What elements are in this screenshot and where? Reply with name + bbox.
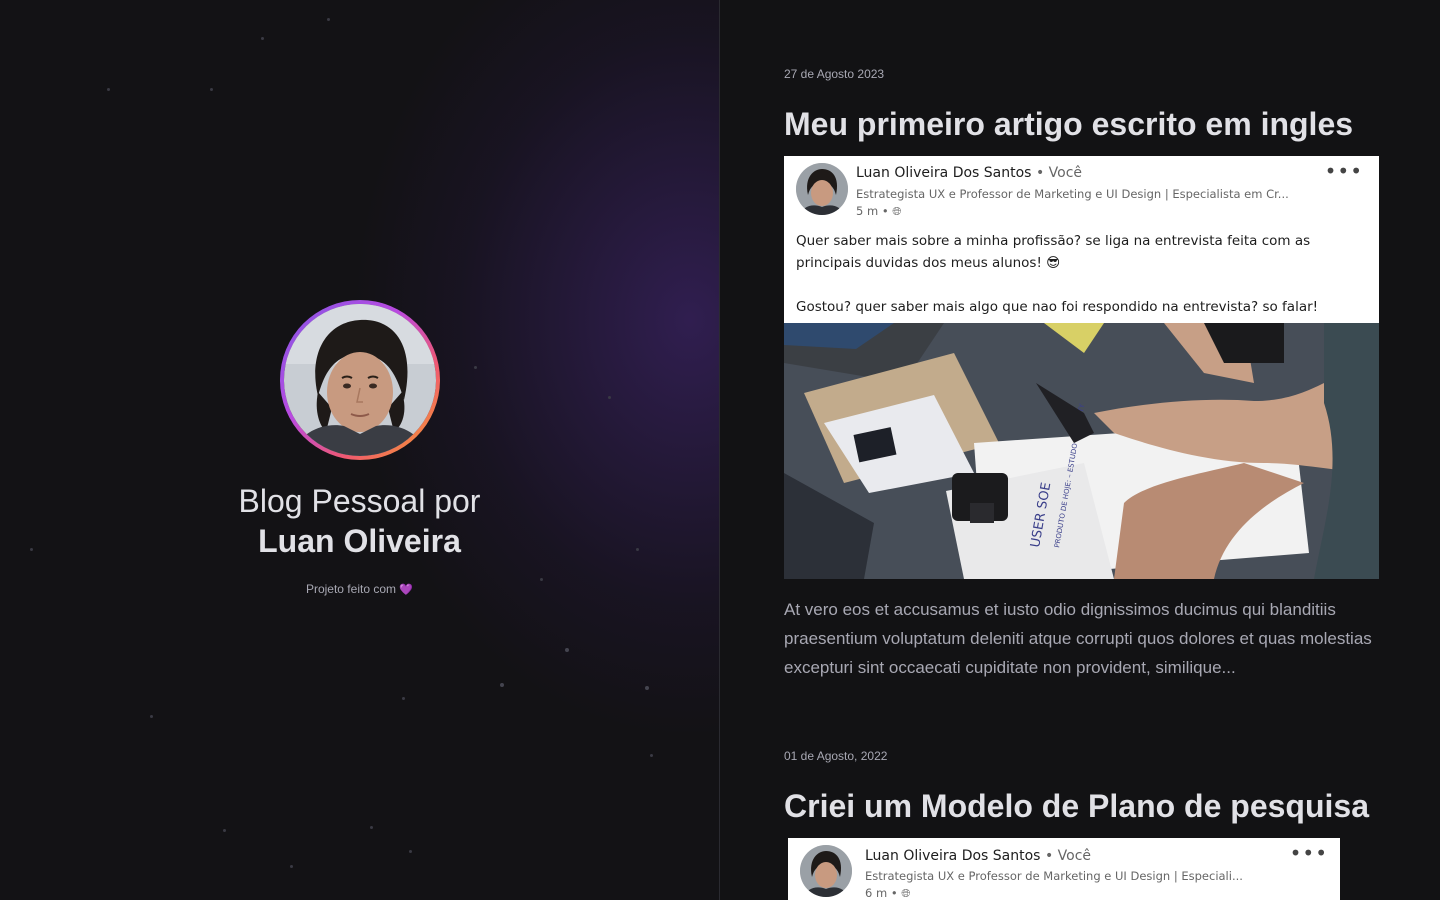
background-star: [223, 829, 226, 832]
card-meta: 5 m • 🌐︎: [856, 204, 901, 219]
card-avatar-photo: [796, 163, 848, 215]
heart-icon: 💜: [399, 584, 414, 596]
more-options-icon: •••: [1289, 841, 1328, 865]
card-headline: Estrategista UX e Professor de Marketing…: [856, 187, 1289, 201]
avatar: [280, 300, 440, 460]
post-date: 27 de Agosto 2023: [784, 67, 885, 81]
post-date: 01 de Agosto, 2022: [784, 749, 888, 763]
card-avatar: [800, 845, 852, 897]
card-author-badge: • Você: [1035, 165, 1083, 181]
globe-icon: 🌐︎: [892, 204, 902, 218]
post-excerpt: At vero eos et accusamus et iusto odio d…: [784, 600, 1372, 677]
post-title[interactable]: Meu primeiro artigo escrito em ingles: [784, 104, 1380, 144]
background-star: [565, 648, 569, 652]
card-author: Luan Oliveira Dos Santos • Você: [856, 165, 1082, 181]
post-item[interactable]: 01 de Agosto, 2022 Criei um Modelo de Pl…: [784, 748, 1380, 826]
card-author-name: Luan Oliveira Dos Santos: [856, 165, 1032, 181]
card-meta: 6 m • 🌐︎: [865, 886, 910, 900]
footer-note-label: Projeto feito com: [305, 582, 396, 596]
profile-panel: Blog Pessoal por Luan Oliveira Projeto f…: [0, 0, 719, 900]
post-title[interactable]: Criei um Modelo de Plano de pesquisa: [784, 786, 1380, 826]
card-avatar-photo: [800, 845, 852, 897]
background-star: [540, 578, 543, 581]
background-star: [210, 88, 213, 91]
avatar-photo: [284, 304, 436, 456]
post-item[interactable]: 27 de Agosto 2023 Meu primeiro artigo es…: [784, 66, 1380, 144]
background-star: [327, 18, 330, 21]
globe-icon: 🌐︎: [901, 886, 911, 900]
background-star: [150, 715, 153, 718]
card-meta-time: 6 m •: [865, 886, 898, 900]
background-star: [290, 865, 293, 868]
background-star: [608, 396, 611, 399]
background-star: [107, 88, 110, 91]
card-text: Quer saber mais sobre a minha profissão?…: [784, 226, 1379, 318]
background-star: [500, 683, 504, 687]
more-options-icon: •••: [1324, 159, 1363, 183]
card-text-line: Gostou? quer saber mais algo que nao foi…: [796, 299, 1319, 315]
card-avatar: [796, 163, 848, 215]
card-header: Luan Oliveira Dos Santos • Você Estrateg…: [784, 156, 1379, 226]
card-meta-time: 5 m •: [856, 204, 889, 218]
footer-note: Projeto feito com 💜: [0, 582, 719, 596]
card-text-line: Quer saber mais sobre a minha profissão?…: [796, 233, 1311, 249]
card-header: Luan Oliveira Dos Santos • Você Estrateg…: [788, 838, 1340, 900]
post-list[interactable]: 27 de Agosto 2023 Meu primeiro artigo es…: [720, 0, 1440, 900]
card-author: Luan Oliveira Dos Santos • Você: [865, 848, 1091, 864]
card-photo: USER SOE PRODUTO DE HOJE: – ESTUDO – PRI…: [784, 323, 1379, 579]
background-star: [645, 686, 649, 690]
card-author-badge: • Você: [1044, 848, 1092, 864]
background-star: [370, 826, 373, 829]
background-star: [650, 754, 653, 757]
background-star: [261, 37, 264, 40]
post-cover-image[interactable]: Luan Oliveira Dos Santos • Você Estrateg…: [784, 156, 1379, 579]
background-star: [409, 850, 412, 853]
profile-photo: [284, 304, 436, 456]
card-author-name: Luan Oliveira Dos Santos: [865, 848, 1041, 864]
author-name: Luan Oliveira: [258, 523, 461, 559]
blog-title: Blog Pessoal por: [238, 483, 481, 519]
post-cover-image[interactable]: Luan Oliveira Dos Santos • Você Estrateg…: [788, 838, 1340, 900]
card-text-line: principais duvidas dos meus alunos! 😎: [796, 255, 1061, 271]
card-headline: Estrategista UX e Professor de Marketing…: [865, 869, 1243, 883]
background-star: [474, 366, 477, 369]
background-star: [402, 697, 405, 700]
